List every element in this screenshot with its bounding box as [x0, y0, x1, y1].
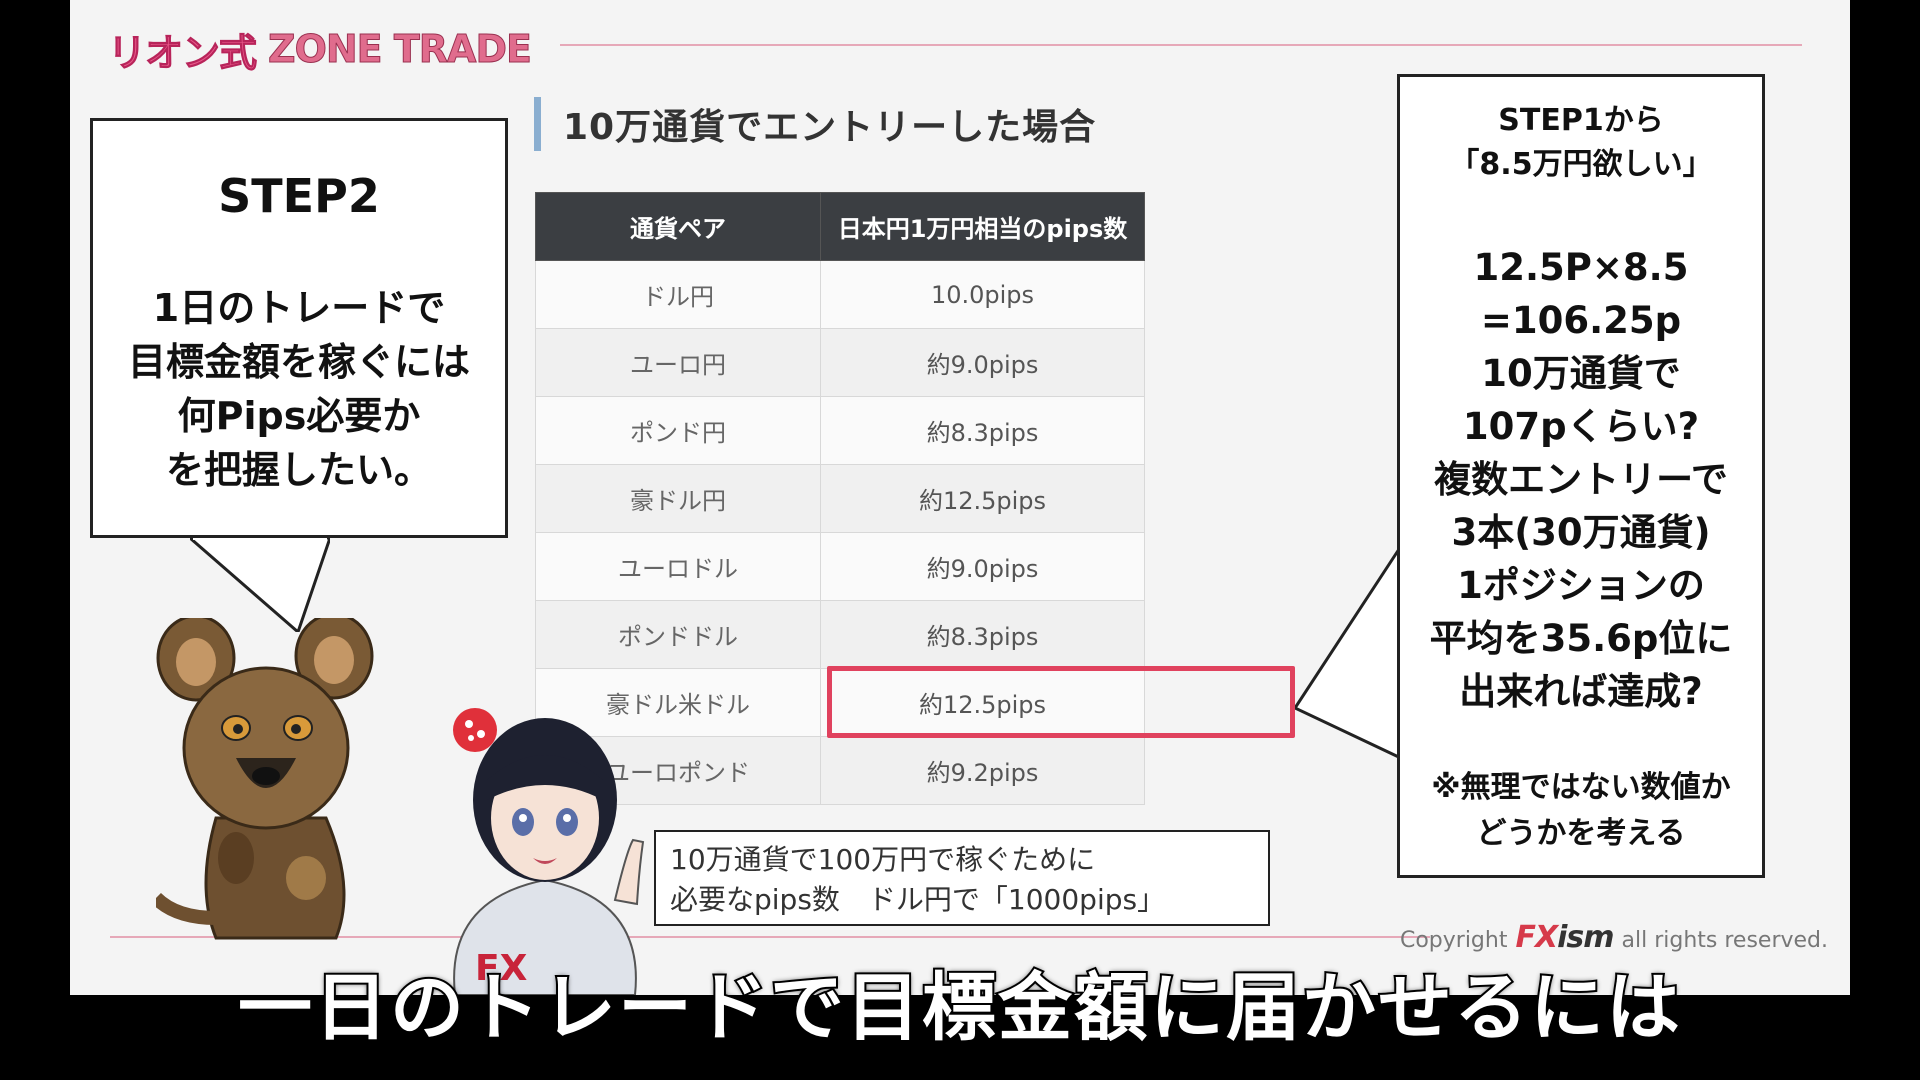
table-row: ポンドドル 約8.3pips — [535, 600, 1145, 669]
column-header-pair: 通貨ペア — [535, 192, 821, 261]
cell-pips: 約9.0pips — [820, 328, 1145, 397]
cell-pips: 約8.3pips — [820, 396, 1145, 465]
zone-trade-logo: リオン式 ZONE TRADE — [107, 26, 533, 76]
step1-heading: STEP1から 「8.5万円欲しい」 — [1449, 103, 1713, 182]
table-row: ドル円 10.0pips — [535, 260, 1145, 329]
header-divider — [560, 44, 1802, 46]
slide: リオン式 ZONE TRADE 10万通貨でエントリーした場合 通貨ペア 日本円… — [70, 0, 1850, 995]
logo-brand: リオン式 — [107, 30, 257, 75]
cell-pair: 豪ドル円 — [535, 464, 821, 533]
cell-pair: ユーロドル — [535, 532, 821, 601]
cell-pips: 約12.5pips — [820, 464, 1145, 533]
cell-pips: 10.0pips — [820, 260, 1145, 329]
highlight-box — [827, 666, 1295, 738]
table-row: ポンド円 約8.3pips — [535, 396, 1145, 465]
subtitle-caption: 一日のトレードで目標金額に届かせるには — [236, 963, 1682, 1053]
step1-bubble-tail — [1295, 540, 1405, 760]
logo-name: ZONE TRADE — [268, 27, 533, 72]
dog-character-illustration — [156, 618, 374, 940]
step2-title: STEP2 — [218, 169, 380, 223]
cell-pair: ドル円 — [535, 260, 821, 329]
step1-calculation: 12.5P×8.5 =106.25p 10万通貨で 107pくらい? 複数エント… — [1429, 246, 1733, 713]
step2-body: 1日のトレードで 目標金額を稼ぐには 何Pips必要か を把握したい。 — [127, 286, 470, 492]
cell-pair: ポンド円 — [535, 396, 821, 465]
title-accent-bar — [534, 97, 541, 151]
step2-speech-bubble: STEP2 1日のトレードで 目標金額を稼ぐには 何Pips必要か を把握したい… — [90, 118, 508, 538]
cell-pips: 約9.0pips — [820, 532, 1145, 601]
step1-speech-bubble: STEP1から 「8.5万円欲しい」 12.5P×8.5 =106.25p 10… — [1397, 74, 1765, 878]
note-box: 10万通貨で100万円で稼ぐために 必要なpips数 ドル円で「1000pips… — [654, 830, 1270, 926]
step1-note: ※無理ではない数値か どうかを考える — [1431, 770, 1731, 851]
table-header-row: 通貨ペア 日本円1万円相当のpips数 — [535, 192, 1145, 261]
section-heading: 10万通貨でエントリーした場合 — [534, 97, 1097, 151]
cell-pips: 約9.2pips — [820, 736, 1145, 805]
section-title: 10万通貨でエントリーした場合 — [563, 107, 1097, 148]
cell-pair: ユーロ円 — [535, 328, 821, 397]
column-header-pips: 日本円1万円相当のpips数 — [820, 192, 1145, 261]
step2-bubble-tail — [190, 532, 330, 632]
table-row: ユーロ円 約9.0pips — [535, 328, 1145, 397]
table-row: 豪ドル円 約12.5pips — [535, 464, 1145, 533]
table-row: ユーロドル 約9.0pips — [535, 532, 1145, 601]
cell-pips: 約8.3pips — [820, 600, 1145, 669]
cell-pair: ポンドドル — [535, 600, 821, 669]
